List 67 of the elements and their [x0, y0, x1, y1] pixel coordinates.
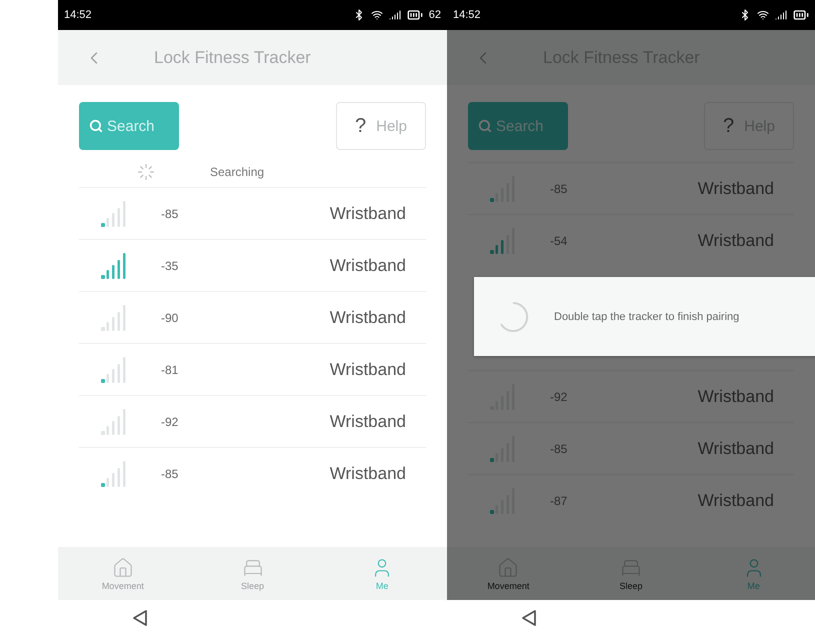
signal-strength-icon [490, 176, 516, 202]
battery-level: 62 [428, 9, 441, 21]
device-row[interactable]: -85 Wristband [468, 162, 794, 214]
device-name: Wristband [330, 464, 406, 484]
signal-reading: -87 [550, 494, 568, 508]
device-name: Wristband [698, 386, 774, 406]
searching-status: Searching [210, 165, 264, 179]
home-icon [112, 556, 134, 578]
signal-strength-icon [101, 200, 127, 226]
tab-item[interactable]: Movement [58, 547, 188, 600]
signal-reading: -92 [161, 414, 180, 428]
search-button[interactable]: Search [468, 102, 568, 150]
device-name: Wristband [330, 360, 406, 380]
signal-reading: -85 [550, 182, 568, 196]
help-button[interactable]: ? Help [336, 102, 426, 150]
signal-reading: -90 [161, 310, 180, 324]
device-name: Wristband [330, 256, 406, 276]
signal-reading: -85 [161, 206, 180, 220]
tab-item[interactable]: Sleep [570, 547, 692, 600]
device-name: Wristband [698, 490, 774, 510]
tab-item[interactable]: Me [317, 547, 447, 600]
dialog-message: Double tap the tracker to finish pairing [554, 310, 740, 322]
device-name: Wristband [330, 412, 406, 432]
device-name: Wristband [698, 230, 774, 250]
back-icon[interactable] [132, 608, 148, 626]
home-icon [497, 556, 520, 578]
signal-strength-icon [101, 408, 127, 434]
tab-item[interactable]: Me [692, 547, 815, 600]
bluetooth-icon [739, 9, 751, 21]
loading-spinner-icon [137, 163, 155, 181]
device-row[interactable]: -85 Wristband [468, 422, 794, 474]
signal-reading: -81 [161, 362, 180, 376]
device-row[interactable]: -92 Wristband [468, 370, 794, 422]
signal-reading: -35 [161, 258, 180, 272]
search-icon [478, 119, 492, 133]
device-name: Wristband [698, 178, 774, 198]
signal-reading: -54 [550, 234, 568, 248]
signal-strength-icon [490, 228, 516, 254]
tab-item[interactable]: Sleep [188, 547, 318, 600]
signal-strength-icon [101, 356, 127, 382]
search-icon [89, 119, 103, 133]
screen-title: Lock Fitness Tracker [154, 48, 311, 68]
signal-strength-icon [490, 488, 516, 514]
search-button[interactable]: Search [79, 102, 179, 150]
device-row[interactable]: -87 Wristband [468, 474, 794, 526]
device-row[interactable]: -81 Wristband [79, 343, 426, 395]
device-name: Wristband [698, 438, 774, 458]
status-time: 14:52 [453, 9, 481, 21]
signal-strength-icon [490, 436, 516, 462]
device-row[interactable]: -92 Wristband [79, 395, 426, 447]
status-time: 14:52 [64, 9, 92, 21]
device-row[interactable]: -85 Wristband [79, 187, 426, 239]
device-row[interactable]: -90 Wristband [79, 291, 426, 343]
signal-reading: -85 [161, 466, 180, 480]
device-row[interactable]: -85 Wristband [79, 447, 426, 499]
device-name: Wristband [330, 308, 406, 328]
tab-item[interactable]: Movement [447, 547, 570, 600]
signal-reading: -85 [550, 442, 568, 456]
device-name: Wristband [330, 204, 406, 224]
signal-strength-icon [101, 252, 127, 278]
cell-signal-icon [775, 9, 787, 21]
signal-strength-icon [101, 460, 127, 486]
back-icon[interactable] [521, 608, 537, 626]
signal-reading: -92 [550, 390, 568, 404]
device-row[interactable]: -35 Wristband [79, 239, 426, 291]
device-row[interactable]: -54 Wristband [468, 214, 794, 266]
signal-strength-icon [101, 304, 127, 330]
